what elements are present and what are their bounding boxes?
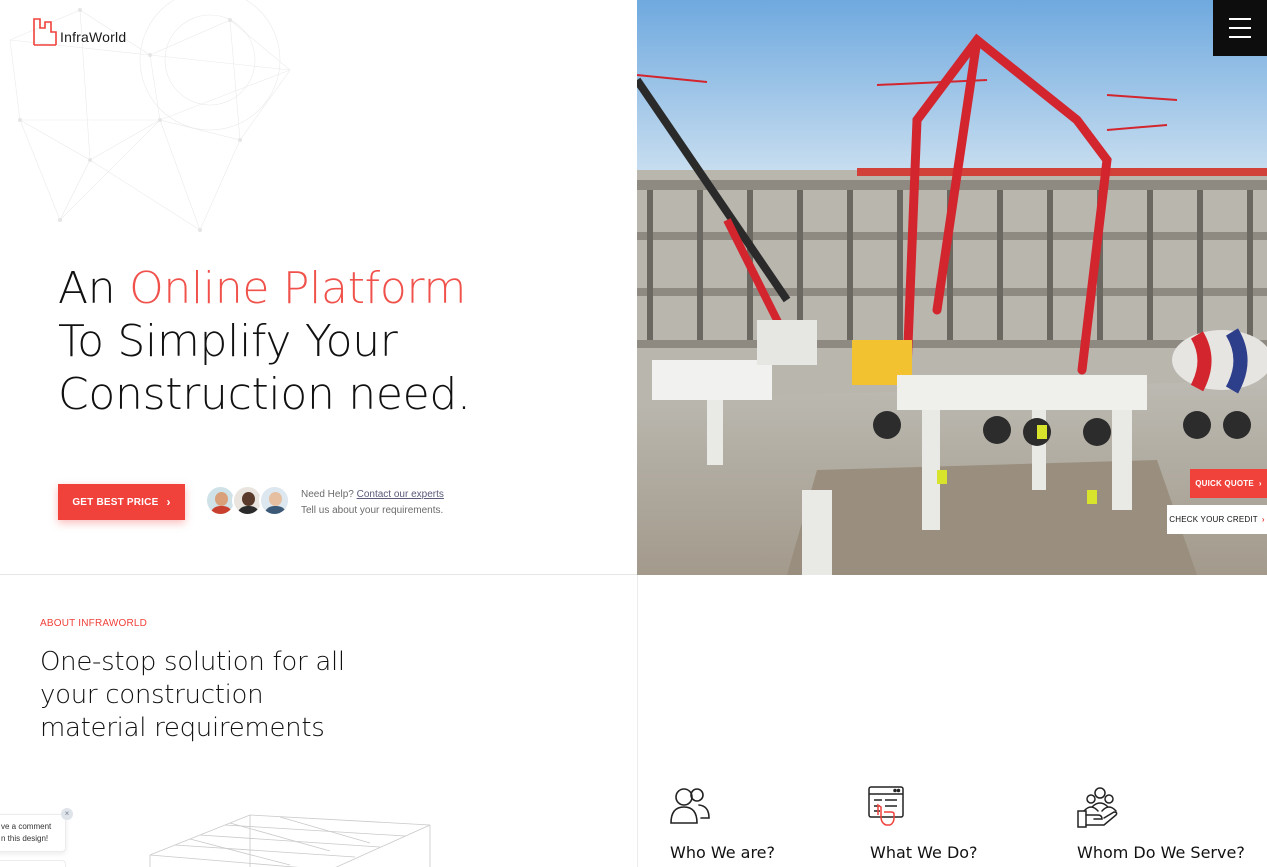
menu-bar (1229, 18, 1251, 20)
headline-line3: Construction need. (58, 369, 471, 420)
feature-whom-we-serve[interactable]: Whom Do We Serve? (1076, 785, 1245, 862)
headline-line2: To Simplify Your (58, 316, 398, 367)
column-divider (637, 575, 638, 867)
comment-widget-secondary (0, 860, 66, 867)
help-text: Need Help? Contact our experts Tell us a… (301, 487, 444, 519)
close-icon[interactable]: × (61, 808, 73, 820)
wireframe-building-graphic (149, 814, 431, 867)
comment-line1: ve a comment (1, 822, 52, 831)
section-divider (0, 574, 637, 575)
feature-what-we-do[interactable]: What We Do? (868, 785, 978, 862)
menu-bar (1229, 36, 1251, 38)
feature-label: Who We are? (670, 843, 776, 862)
chevron-right-icon: › (1258, 479, 1262, 488)
chevron-right-icon: › (166, 495, 171, 509)
avatar (259, 485, 290, 516)
contact-experts-link[interactable]: Contact our experts (357, 489, 444, 500)
check-credit-label: CHECK YOUR CREDIT (1169, 515, 1258, 524)
people-icon (670, 788, 710, 824)
comment-line2: n this design! (1, 834, 49, 843)
feature-label: What We Do? (870, 843, 978, 862)
hero-headline: An Online Platform To Simplify Your Cons… (58, 262, 471, 421)
headline-prefix: An (58, 263, 130, 314)
feature-label: Whom Do We Serve? (1077, 843, 1245, 862)
about-eyebrow: ABOUT INFRAWORLD (40, 618, 148, 629)
comment-widget[interactable]: ve a comment n this design! (0, 814, 66, 852)
about-title: One-stop solution for all your construct… (40, 647, 345, 743)
logo-icon (33, 18, 57, 46)
construction-site-photo (637, 0, 1267, 575)
brand-logo[interactable]: InfraWorld (33, 18, 126, 46)
quick-quote-button[interactable]: QUICK QUOTE › (1190, 469, 1267, 498)
hero-left-panel: InfraWorld An Online Platform To Simplif… (0, 0, 637, 575)
expert-avatars (205, 485, 290, 516)
hand-people-icon (1077, 787, 1118, 828)
chevron-right-icon: › (1261, 515, 1265, 524)
hamburger-menu-button[interactable] (1213, 0, 1267, 56)
headline-accent: Online Platform (129, 263, 467, 314)
help-line2: Tell us about your requirements. (301, 505, 444, 516)
check-credit-button[interactable]: CHECK YOUR CREDIT › (1167, 505, 1267, 534)
quick-quote-label: QUICK QUOTE (1195, 479, 1254, 488)
menu-bar (1229, 27, 1251, 29)
feature-who-we-are[interactable]: Who We are? (669, 785, 775, 862)
cta-label: GET BEST PRICE (72, 496, 159, 508)
hero-image: QUICK QUOTE › CHECK YOUR CREDIT › (637, 0, 1267, 575)
browser-click-icon (868, 786, 904, 826)
help-prefix: Need Help? (301, 489, 357, 500)
brand-name: InfraWorld (60, 29, 127, 45)
get-best-price-button[interactable]: GET BEST PRICE › (58, 484, 185, 520)
